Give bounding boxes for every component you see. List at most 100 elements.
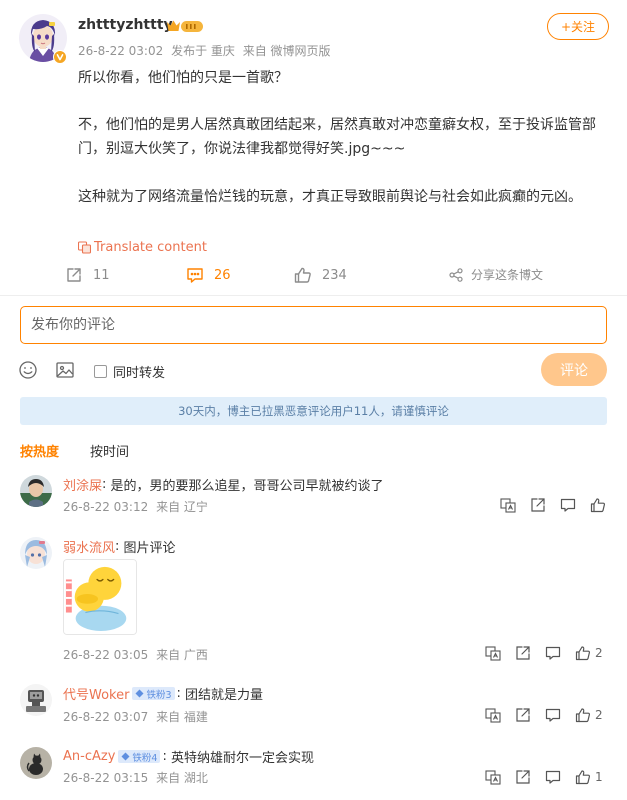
- reply-icon[interactable]: [545, 707, 561, 723]
- comment-text: 团结就是力量: [185, 688, 264, 703]
- comment-line: An-cAzy 铁粉4 : 英特纳雄耐尔一定会实现: [63, 749, 314, 766]
- comment-line: 刘涂屎: 是的，男的要那么追星，哥哥公司早就被约谈了: [63, 475, 384, 494]
- comment-like-count: 2: [595, 708, 603, 722]
- comment-like-button[interactable]: 2: [575, 707, 603, 723]
- block-notice-banner: 30天内，博主已拉黑恶意评论用户11人，请谨慎评论: [20, 397, 607, 425]
- comment-line: 代号Woker 铁粉3 : 团结就是力量: [63, 684, 264, 703]
- verified-badge-icon: [53, 50, 67, 64]
- commenter-name[interactable]: 刘涂屎: [63, 475, 102, 494]
- fan-level-badge[interactable]: 铁粉4: [118, 750, 161, 764]
- comment-meta: 26-8-22 03:07 来自 福建: [63, 708, 208, 725]
- post-paragraph: 不，他们怕的是男人居然真敢团结起来，居然真敢对冲恋童癖女权，至于投诉监管部门，别…: [78, 117, 596, 157]
- comment-line: 弱水流风: 图片评论: [63, 537, 176, 556]
- comment-location: 来自 湖北: [156, 771, 208, 785]
- comment-text: 是的，男的要那么追星，哥哥公司早就被约谈了: [110, 479, 384, 494]
- post-source: 来自 微博网页版: [242, 44, 331, 58]
- thumbs-up-icon: [590, 498, 606, 513]
- post-time[interactable]: 26-8-22 03:02: [78, 44, 163, 58]
- comment-count: 26: [214, 267, 231, 283]
- post-author-name[interactable]: zhtttyzhttty: [78, 17, 173, 33]
- comment-like-button[interactable]: 1: [575, 769, 603, 785]
- repost-icon: [67, 268, 81, 282]
- comment-meta: 26-8-22 03:12 来自 辽宁: [63, 498, 208, 515]
- post-paragraph: 所以你看，他们怕的只是一首歌？: [78, 70, 288, 86]
- commenter-name[interactable]: An-cAzy: [63, 749, 115, 764]
- translate-icon[interactable]: [485, 707, 501, 723]
- comment-location: 来自 广西: [156, 648, 208, 662]
- like-button[interactable]: 234: [294, 266, 347, 284]
- comment-input-box[interactable]: [20, 306, 607, 344]
- diamond-icon: [135, 689, 144, 698]
- commenter-name[interactable]: 弱水流风: [63, 537, 115, 556]
- translate-icon[interactable]: [500, 497, 516, 513]
- repost-button[interactable]: 11: [65, 266, 110, 284]
- comment-image-sticker[interactable]: [63, 559, 137, 635]
- repost-icon[interactable]: [530, 497, 546, 513]
- member-crown-icon[interactable]: [166, 19, 204, 33]
- comment-actions: 1: [485, 769, 603, 785]
- fan-level-badge[interactable]: 铁粉3: [132, 687, 175, 701]
- follow-button[interactable]: +关注: [547, 13, 609, 40]
- translate-icon[interactable]: [485, 769, 501, 785]
- reply-icon[interactable]: [545, 769, 561, 785]
- comment-actions: 2: [485, 707, 603, 723]
- share-button[interactable]: 分享这条博文: [449, 266, 543, 283]
- thumbs-up-icon: [575, 646, 591, 661]
- also-repost-label: 同时转发: [113, 366, 166, 381]
- thumbs-up-icon: [575, 708, 591, 723]
- comment-input[interactable]: [31, 317, 596, 333]
- thumbs-up-icon: [294, 267, 311, 283]
- comment-like-button[interactable]: 2: [575, 645, 603, 661]
- share-label: 分享这条博文: [471, 268, 544, 282]
- sort-by-time-tab[interactable]: 按时间: [90, 441, 129, 460]
- comment-time: 26-8-22 03:05: [63, 648, 149, 662]
- share-icon: [449, 267, 463, 282]
- translate-label: Translate content: [94, 240, 207, 255]
- comment-time: 26-8-22 03:12: [63, 500, 149, 514]
- comment-like-count: 2: [595, 646, 603, 660]
- commenter-name[interactable]: 代号Woker: [63, 684, 129, 703]
- post-location: 发布于 重庆: [171, 44, 235, 58]
- thumbs-up-icon: [575, 770, 591, 785]
- diamond-icon: [121, 752, 130, 761]
- post-paragraph: 这种就为了网络流量恰烂钱的玩意，才真正导致眼前舆论与社会如此疯癫的元凶。: [78, 189, 582, 205]
- commenter-avatar[interactable]: [20, 747, 52, 779]
- post-meta: 26-8-22 03:02 发布于 重庆 来自 微博网页版: [78, 42, 331, 59]
- fan-badge-label: 铁粉4: [132, 752, 158, 764]
- reply-icon[interactable]: [560, 497, 576, 513]
- reply-icon[interactable]: [545, 645, 561, 661]
- comment-text: 英特纳雄耐尔一定会实现: [170, 751, 314, 766]
- comment-like-count: 1: [595, 770, 603, 784]
- repost-count: 11: [93, 267, 110, 283]
- submit-comment-button[interactable]: 评论: [541, 353, 607, 386]
- repost-icon[interactable]: [515, 769, 531, 785]
- comment-actions: 2: [485, 645, 603, 661]
- image-upload-icon[interactable]: [55, 360, 75, 380]
- emoji-icon[interactable]: [18, 360, 38, 380]
- comment-meta: 26-8-22 03:05 来自 广西: [63, 646, 208, 663]
- comment-icon: [187, 268, 203, 283]
- comment-location: 来自 福建: [156, 710, 208, 724]
- translate-icon: [78, 241, 94, 254]
- checkbox-box[interactable]: [94, 365, 107, 378]
- like-count: 234: [322, 267, 347, 283]
- comment-time: 26-8-22 03:15: [63, 771, 149, 785]
- translate-icon[interactable]: [485, 645, 501, 661]
- sort-by-hot-tab[interactable]: 按热度: [20, 441, 59, 460]
- comment-like-button[interactable]: [590, 497, 610, 513]
- comment-actions: [500, 497, 610, 513]
- comment-text: 图片评论: [123, 541, 176, 556]
- fan-badge-label: 铁粉3: [146, 689, 172, 701]
- comment-button[interactable]: 26: [186, 266, 231, 284]
- translate-link[interactable]: Translate content: [78, 240, 207, 255]
- also-repost-checkbox[interactable]: 同时转发: [94, 362, 165, 381]
- commenter-avatar[interactable]: [20, 684, 52, 716]
- section-divider: [0, 295, 627, 296]
- comment-time: 26-8-22 03:07: [63, 710, 149, 724]
- commenter-avatar[interactable]: [20, 475, 52, 507]
- commenter-avatar[interactable]: [20, 537, 52, 569]
- repost-icon[interactable]: [515, 645, 531, 661]
- comment-location: 来自 辽宁: [156, 500, 208, 514]
- repost-icon[interactable]: [515, 707, 531, 723]
- comment-meta: 26-8-22 03:15 来自 湖北: [63, 769, 208, 786]
